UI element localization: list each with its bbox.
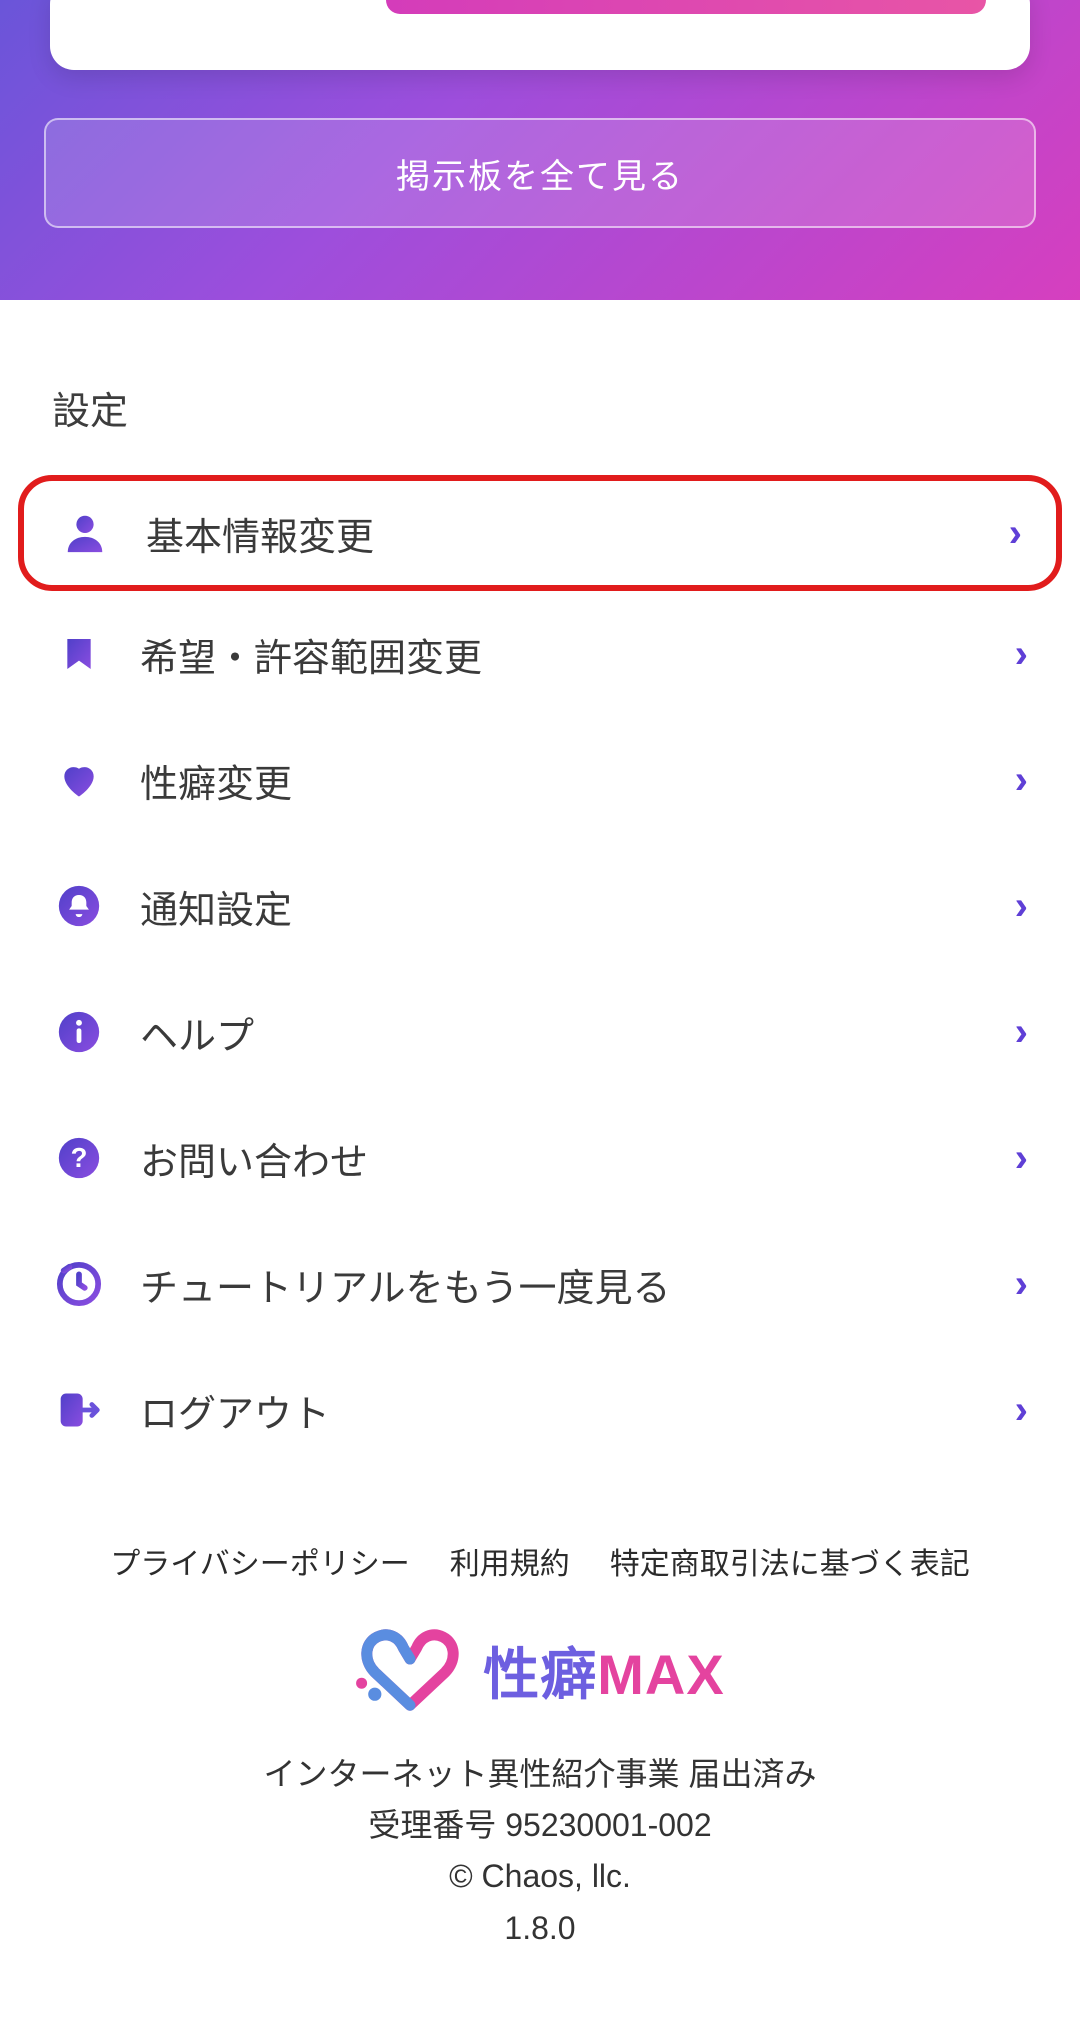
settings-item-question[interactable]: ? お問い合わせ› — [0, 1095, 1080, 1221]
svg-text:?: ? — [71, 1142, 88, 1173]
clock-icon — [52, 1257, 106, 1311]
logout-icon — [52, 1383, 106, 1437]
footer-notice: インターネット異性紹介事業 届出済み — [20, 1749, 1060, 1800]
chevron-right-icon: › — [1015, 1388, 1028, 1433]
settings-item-label: 性癖変更 — [140, 753, 1015, 808]
bell-icon — [52, 879, 106, 933]
heart-icon — [52, 753, 106, 807]
settings-section: 設定 基本情報変更›希望・許容範囲変更›性癖変更›通知設定›ヘルプ›?お問い合わ… — [0, 300, 1080, 1473]
see-all-boards-label: 掲示板を全て見る — [396, 149, 684, 198]
settings-item-heart[interactable]: 性癖変更› — [0, 717, 1080, 843]
board-card — [50, 0, 1030, 70]
settings-item-person[interactable]: 基本情報変更› — [18, 475, 1062, 591]
settings-item-bookmark[interactable]: 希望・許容範囲変更› — [0, 591, 1080, 717]
person-icon — [58, 506, 112, 560]
see-all-boards-button[interactable]: 掲示板を全て見る — [44, 118, 1036, 228]
chevron-right-icon: › — [1015, 884, 1028, 929]
settings-item-label: お問い合わせ — [140, 1131, 1015, 1186]
footer-link[interactable]: プライバシーポリシー — [110, 1539, 409, 1583]
chevron-right-icon: › — [1015, 758, 1028, 803]
settings-title: 設定 — [0, 380, 1080, 475]
hero-section: 掲示板を全て見る — [0, 0, 1080, 300]
chevron-right-icon: › — [1015, 1136, 1028, 1181]
heart-logo-icon — [355, 1625, 465, 1715]
question-icon: ? — [52, 1131, 106, 1185]
footer-receipt: 受理番号 95230001-002 — [20, 1800, 1060, 1851]
settings-item-logout[interactable]: ログアウト› — [0, 1347, 1080, 1473]
chevron-right-icon: › — [1015, 632, 1028, 677]
brand-logo: 性癖MAX — [20, 1625, 1060, 1715]
bookmark-icon — [52, 627, 106, 681]
settings-item-clock[interactable]: チュートリアルをもう一度見る› — [0, 1221, 1080, 1347]
settings-item-bell[interactable]: 通知設定› — [0, 843, 1080, 969]
brand-name: 性癖MAX — [483, 1630, 724, 1711]
footer-link[interactable]: 特定商取引法に基づく表記 — [610, 1539, 970, 1583]
settings-item-label: ヘルプ — [140, 1005, 1015, 1060]
chevron-right-icon: › — [1009, 511, 1022, 556]
settings-item-label: 基本情報変更 — [146, 506, 1009, 561]
chevron-right-icon: › — [1015, 1262, 1028, 1307]
card-action-button[interactable] — [386, 0, 986, 14]
settings-item-label: ログアウト — [140, 1383, 1015, 1438]
footer-links: プライバシーポリシー利用規約特定商取引法に基づく表記 — [20, 1539, 1060, 1583]
settings-item-label: チュートリアルをもう一度見る — [140, 1257, 1015, 1312]
footer: プライバシーポリシー利用規約特定商取引法に基づく表記 性癖MAX インターネット… — [0, 1473, 1080, 2034]
settings-item-label: 希望・許容範囲変更 — [140, 627, 1015, 682]
info-icon — [52, 1005, 106, 1059]
settings-item-label: 通知設定 — [140, 879, 1015, 934]
settings-item-info[interactable]: ヘルプ› — [0, 969, 1080, 1095]
footer-version: 1.8.0 — [20, 1903, 1060, 1954]
footer-link[interactable]: 利用規約 — [450, 1539, 570, 1583]
chevron-right-icon: › — [1015, 1010, 1028, 1055]
footer-copyright: © Chaos, llc. — [20, 1851, 1060, 1902]
settings-list: 基本情報変更›希望・許容範囲変更›性癖変更›通知設定›ヘルプ›?お問い合わせ›チ… — [0, 475, 1080, 1473]
